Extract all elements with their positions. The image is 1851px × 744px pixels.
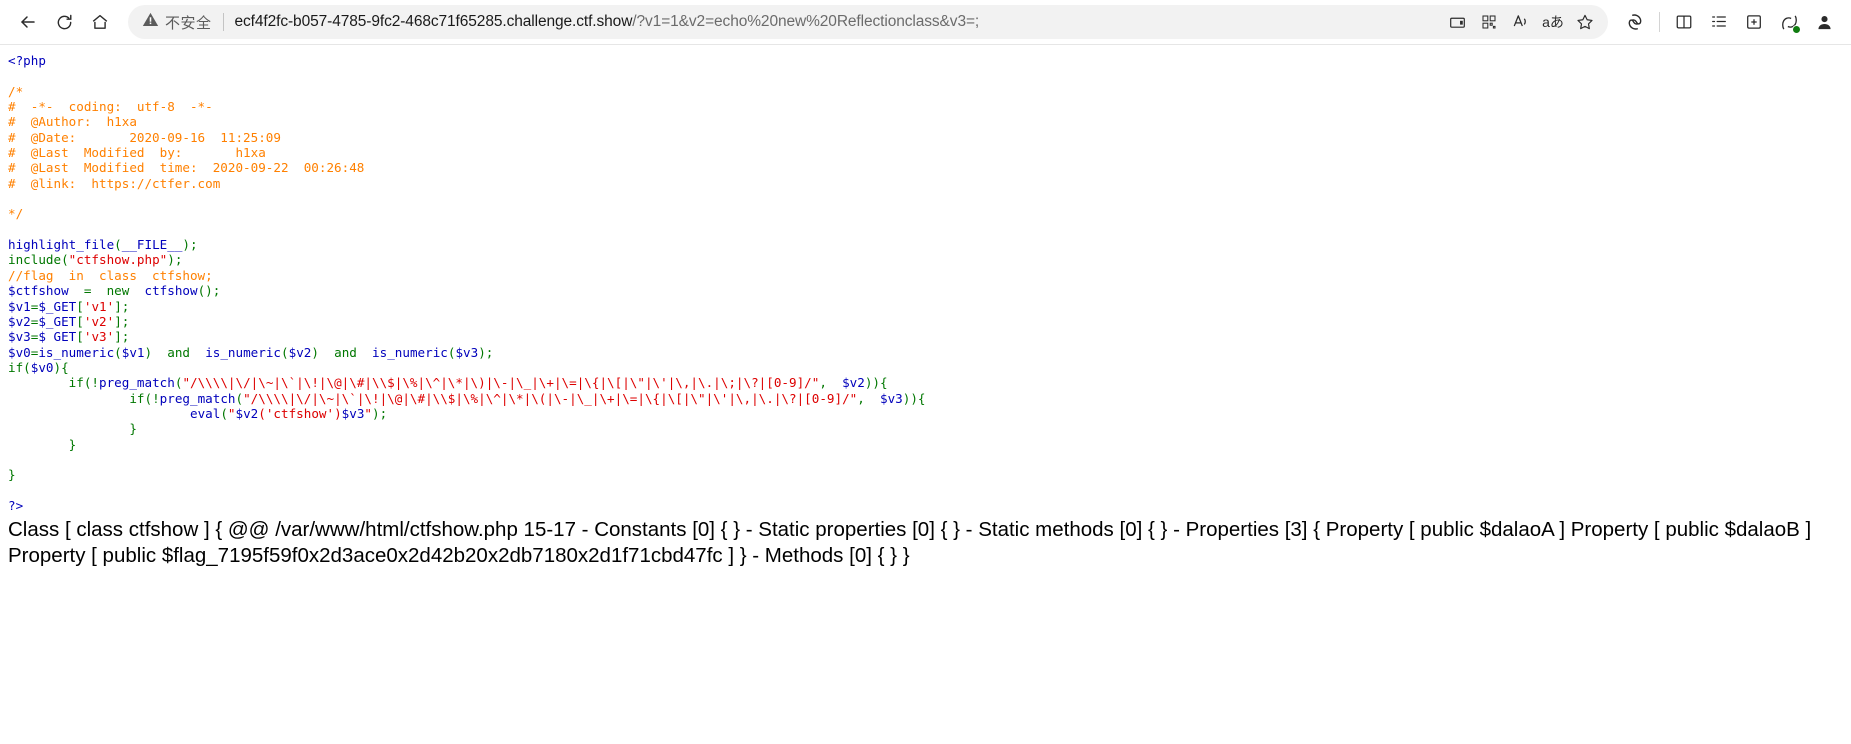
- toolbar-separator: [1659, 12, 1660, 32]
- address-bar[interactable]: 不安全 ecf4f2fc-b057-4785-9fc2-468c71f65285…: [128, 5, 1608, 39]
- stmt-if-v0: if(: [8, 359, 31, 375]
- stmt-include: include(: [8, 252, 69, 268]
- php-header-comment: /* # -*- coding: utf-8 -*- # @Author: h1…: [8, 83, 365, 222]
- regex-v2: "/\\\\|\/|\~|\`|\!|\@|\#|\\$|\%|\^|\*|\)…: [182, 375, 820, 391]
- stmt-v0: $v0: [8, 344, 31, 360]
- reflection-class-output: Class [ class ctfshow ] { @@ /var/www/ht…: [8, 518, 1812, 568]
- omnibox-action-icons: aあ: [1442, 7, 1600, 37]
- stmt-if-preg-v3: if(!: [129, 390, 160, 406]
- php-source-listing: <?php /* # -*- coding: utf-8 -*- # @Auth…: [8, 53, 926, 513]
- page-content: <?php /* # -*- coding: utf-8 -*- # @Auth…: [0, 45, 1851, 744]
- qr-code-icon[interactable]: [1474, 7, 1504, 37]
- collections-icon[interactable]: [1702, 5, 1736, 39]
- stmt-if-preg-v2: if(!: [68, 375, 100, 391]
- home-button[interactable]: [82, 4, 118, 40]
- url-text[interactable]: ecf4f2fc-b057-4785-9fc2-468c71f65285.cha…: [235, 13, 1434, 31]
- flag-hint-comment: //flag in class ctfshow;: [8, 267, 213, 283]
- browser-essentials-icon[interactable]: [1737, 5, 1771, 39]
- url-path: /?v1=1&v2=echo%20new%20Reflectionclass&v…: [632, 13, 980, 30]
- split-screen-icon[interactable]: [1442, 7, 1472, 37]
- omnibox-divider: [222, 13, 224, 31]
- extensions-icon[interactable]: [1772, 5, 1806, 39]
- split-window-icon[interactable]: [1667, 5, 1701, 39]
- stmt-highlight-file: highlight_file: [8, 237, 115, 253]
- back-button[interactable]: [10, 4, 46, 40]
- translate-icon[interactable]: aあ: [1538, 7, 1568, 37]
- read-aloud-icon[interactable]: [1506, 7, 1536, 37]
- close-brace-inner: }: [129, 421, 137, 437]
- php-open-tag: <?php: [8, 53, 46, 68]
- stmt-v1: $v1: [8, 298, 31, 314]
- stmt-new-ctfshow: $ctfshow: [8, 283, 69, 299]
- copilot-icon[interactable]: [1618, 5, 1652, 39]
- regex-v3: "/\\\\|\/|\~|\`|\!|\@|\#|\\$|\%|\^|\*|\(…: [243, 390, 858, 406]
- warning-triangle-icon: [142, 11, 159, 33]
- stmt-eval: eval: [189, 405, 221, 421]
- close-brace-outer: }: [8, 467, 16, 483]
- php-close-tag: ?>: [8, 497, 24, 513]
- translate-glyph: aあ: [1542, 14, 1564, 30]
- extension-status-dot: [1792, 25, 1801, 34]
- site-security-indicator[interactable]: 不安全: [142, 11, 212, 33]
- stmt-v3: $v3: [8, 329, 31, 345]
- browser-toolbar-right: [1618, 5, 1841, 39]
- url-host: ecf4f2fc-b057-4785-9fc2-468c71f65285.cha…: [234, 13, 633, 30]
- profile-avatar-icon[interactable]: [1807, 5, 1841, 39]
- favorite-star-icon[interactable]: [1570, 7, 1600, 37]
- close-brace-middle: }: [68, 436, 77, 452]
- refresh-button[interactable]: [46, 4, 82, 40]
- security-status-text: 不安全: [165, 13, 212, 32]
- browser-toolbar: 不安全 ecf4f2fc-b057-4785-9fc2-468c71f65285…: [0, 0, 1851, 45]
- stmt-v2: $v2: [8, 313, 31, 329]
